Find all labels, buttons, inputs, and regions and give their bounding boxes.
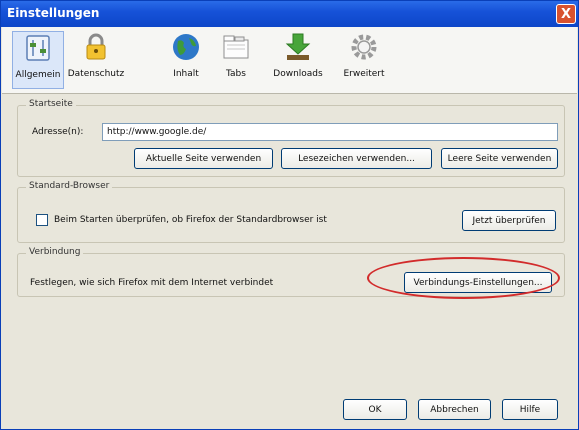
tab-downloads[interactable]: Downloads: [270, 31, 326, 89]
tab-tabs-label: Tabs: [226, 69, 246, 79]
group-startseite: Startseite Adresse(n): http://www.google…: [17, 99, 565, 177]
default-browser-label[interactable]: Beim Starten überprüfen, ob Firefox der …: [54, 215, 327, 225]
tab-erweitert[interactable]: Erweitert: [338, 31, 390, 89]
default-browser-checkbox[interactable]: [36, 214, 48, 226]
use-blank-page-button[interactable]: Leere Seite verwenden: [441, 148, 558, 169]
lock-icon: [86, 33, 106, 60]
downloads-icon: [285, 33, 311, 60]
verbindung-title: Verbindung: [26, 247, 84, 257]
help-button[interactable]: Hilfe: [502, 399, 558, 420]
tab-allgemein-label: Allgemein: [15, 70, 61, 80]
cancel-button[interactable]: Abbrechen: [418, 399, 491, 420]
tab-datenschutz[interactable]: Datenschutz: [66, 31, 126, 89]
preferences-toolbar: Allgemein Datenschutz Inhalt Tabs Downlo…: [2, 27, 577, 94]
close-icon: X: [560, 6, 572, 22]
group-standard-browser: Standard-Browser Beim Starten überprüfen…: [17, 181, 565, 243]
homepage-address-input[interactable]: http://www.google.de/: [102, 123, 558, 141]
address-label: Adresse(n):: [32, 127, 84, 137]
tab-datenschutz-label: Datenschutz: [67, 69, 125, 79]
use-current-page-button[interactable]: Aktuelle Seite verwenden: [134, 148, 273, 169]
title-bar[interactable]: Einstellungen X: [1, 1, 578, 27]
ok-button[interactable]: OK: [343, 399, 407, 420]
highlight-ellipse: [367, 257, 560, 299]
gear-icon: [351, 34, 377, 60]
tab-inhalt[interactable]: Inhalt: [165, 31, 207, 89]
use-bookmark-button[interactable]: Lesezeichen verwenden...: [281, 148, 432, 169]
tab-allgemein[interactable]: Allgemein: [12, 31, 64, 89]
tabs-icon: [223, 35, 249, 59]
check-now-button[interactable]: Jetzt überprüfen: [462, 210, 556, 231]
tab-tabs[interactable]: Tabs: [216, 31, 256, 89]
settings-dialog: Einstellungen X Allgemein Datenschutz In…: [0, 0, 579, 430]
connection-description: Festlegen, wie sich Firefox mit dem Inte…: [30, 278, 274, 288]
general-icon: [26, 35, 50, 61]
tab-erweitert-label: Erweitert: [343, 69, 385, 79]
globe-icon: [173, 34, 199, 60]
startseite-title: Startseite: [26, 99, 76, 109]
tab-inhalt-label: Inhalt: [173, 69, 199, 79]
tab-downloads-label: Downloads: [273, 69, 323, 79]
window-title: Einstellungen: [7, 6, 100, 20]
standard-browser-title: Standard-Browser: [26, 181, 113, 191]
close-button[interactable]: X: [556, 4, 576, 24]
